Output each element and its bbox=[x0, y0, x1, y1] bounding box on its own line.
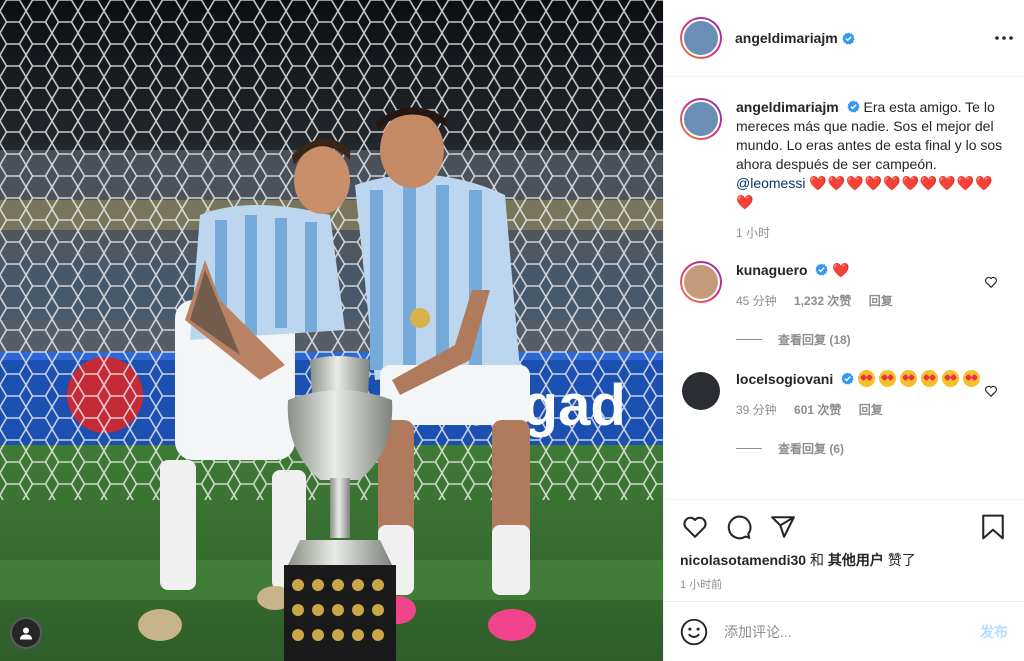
verified-badge-icon bbox=[841, 372, 854, 385]
comment-reply-button[interactable]: 回复 bbox=[859, 403, 883, 417]
verified-badge-icon bbox=[815, 263, 829, 276]
liked-by-others[interactable]: 其他用户 bbox=[828, 552, 884, 568]
post-time[interactable]: 1 小时前 bbox=[680, 576, 1008, 592]
liked-by-user[interactable]: nicolasotamendi30 bbox=[680, 552, 806, 568]
comment-meta: 39 分钟 601 次赞 回复 bbox=[736, 401, 1008, 420]
caption-time[interactable]: 1 小时 bbox=[736, 226, 770, 240]
comment-time[interactable]: 45 分钟 bbox=[736, 294, 777, 308]
post-side-panel: angeldimariajm angeldimariajm Era esta a… bbox=[663, 0, 1024, 661]
liked-by: nicolasotamendi30 和 其他用户 赞了 bbox=[680, 550, 1008, 570]
verified-badge-icon bbox=[846, 100, 860, 113]
heart-eyes-emoji-icon bbox=[963, 370, 981, 387]
post-actions: nicolasotamendi30 和 其他用户 赞了 1 小时前 bbox=[664, 499, 1024, 601]
comment-button[interactable] bbox=[724, 512, 754, 542]
view-replies-line bbox=[736, 339, 762, 340]
comment-item: locelsogiovani 39 分钟 601 次赞 回复 bbox=[680, 370, 1008, 420]
comment-text: ❤️ bbox=[832, 262, 851, 278]
comment-like-heart-icon[interactable] bbox=[984, 384, 998, 398]
caption-author-avatar[interactable] bbox=[680, 98, 722, 140]
post-comment-button[interactable]: 发布 bbox=[980, 622, 1008, 642]
commenter-avatar[interactable] bbox=[680, 370, 722, 412]
comments-list[interactable]: angeldimariajm Era esta amigo. Te lo mer… bbox=[664, 78, 1024, 498]
post-header: angeldimariajm bbox=[664, 0, 1024, 77]
view-replies-line bbox=[736, 448, 762, 449]
liked-by-suffix: 赞了 bbox=[887, 552, 916, 568]
comment-icon bbox=[727, 515, 752, 540]
commenter-avatar[interactable] bbox=[680, 261, 722, 303]
like-button[interactable] bbox=[680, 512, 710, 542]
view-replies-button[interactable]: 查看回复 (6) bbox=[736, 440, 1008, 457]
save-button[interactable] bbox=[978, 512, 1008, 542]
view-replies-label: 查看回复 (6) bbox=[778, 442, 845, 456]
view-replies-label: 查看回复 (18) bbox=[778, 333, 851, 347]
comment-time[interactable]: 39 分钟 bbox=[736, 403, 777, 417]
post-photo-image: bligad bbox=[0, 0, 663, 661]
author-username[interactable]: angeldimariajm bbox=[735, 30, 838, 46]
post-caption: angeldimariajm Era esta amigo. Te lo mer… bbox=[680, 98, 1008, 243]
share-button[interactable] bbox=[768, 512, 798, 542]
smiley-icon[interactable] bbox=[680, 618, 708, 646]
caption-mention-link[interactable]: @leomessi bbox=[736, 175, 805, 191]
more-icon bbox=[995, 36, 1013, 40]
comment-item: kunaguero ❤️ 45 分钟 1,232 次赞 回复 bbox=[680, 261, 1008, 311]
caption-author-username[interactable]: angeldimariajm bbox=[736, 99, 839, 115]
comment-likes[interactable]: 601 次赞 bbox=[794, 403, 841, 417]
heart-icon bbox=[683, 516, 707, 538]
comment-likes[interactable]: 1,232 次赞 bbox=[794, 294, 851, 308]
action-icons bbox=[680, 512, 1008, 542]
paper-plane-icon bbox=[771, 516, 795, 538]
heart-eyes-emoji-icon bbox=[900, 370, 918, 387]
more-options-button[interactable] bbox=[992, 26, 1016, 50]
author-avatar[interactable] bbox=[680, 17, 722, 59]
comment-emoji-text bbox=[858, 370, 984, 387]
commenter-username[interactable]: kunaguero bbox=[736, 262, 808, 278]
add-comment-bar: 发布 bbox=[664, 601, 1024, 661]
commenter-username[interactable]: locelsogiovani bbox=[736, 371, 833, 387]
tagged-users-button[interactable] bbox=[10, 617, 42, 649]
comment-like-heart-icon[interactable] bbox=[984, 275, 998, 289]
view-replies-button[interactable]: 查看回复 (18) bbox=[736, 331, 1008, 348]
heart-eyes-emoji-icon bbox=[879, 370, 897, 387]
liked-by-and: 和 bbox=[809, 552, 824, 568]
bookmark-icon bbox=[982, 514, 1004, 540]
caption-meta: 1 小时 bbox=[736, 224, 1008, 243]
heart-eyes-emoji-icon bbox=[942, 370, 960, 387]
heart-eyes-emoji-icon bbox=[858, 370, 876, 387]
comment-reply-button[interactable]: 回复 bbox=[869, 294, 893, 308]
comment-meta: 45 分钟 1,232 次赞 回复 bbox=[736, 292, 1008, 311]
heart-eyes-emoji-icon bbox=[921, 370, 939, 387]
post-photo: bligad bbox=[0, 0, 663, 661]
verified-badge-icon bbox=[842, 31, 855, 45]
user-icon bbox=[20, 627, 32, 640]
add-comment-input[interactable] bbox=[724, 623, 980, 640]
